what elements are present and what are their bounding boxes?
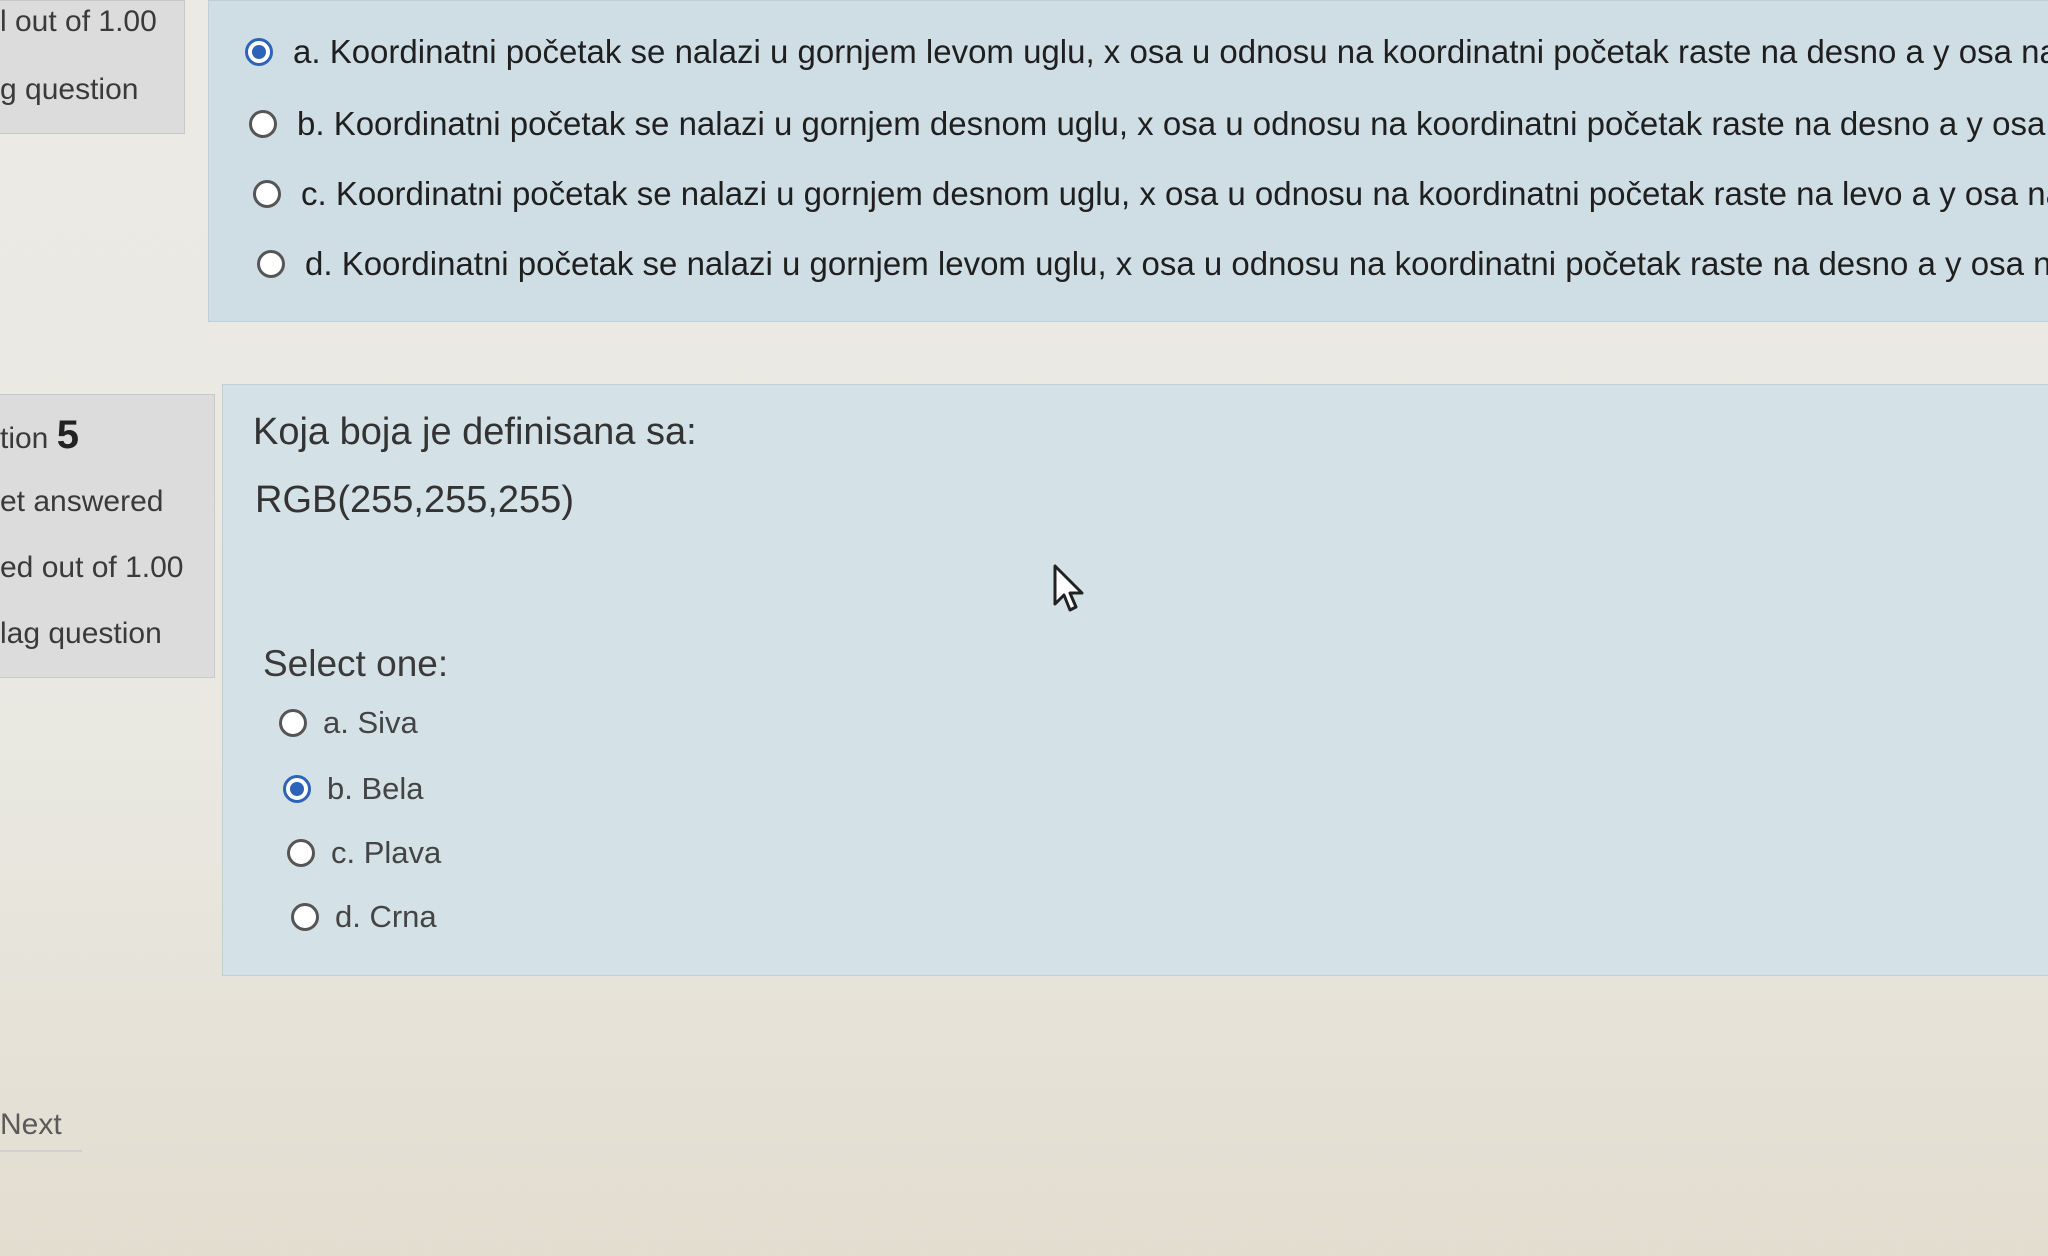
prev-question-marks: l out of 1.00: [0, 5, 157, 38]
prev-option-d[interactable]: d. Koordinatni početak se nalazi u gornj…: [257, 245, 2048, 283]
question-panel: Koja boja je definisana sa: RGB(255,255,…: [222, 384, 2048, 976]
radio-unselected-icon[interactable]: [291, 903, 319, 931]
radio-selected-icon[interactable]: [283, 775, 311, 803]
option-b-label: b. Bela: [327, 771, 424, 806]
prev-option-a[interactable]: a. Koordinatni početak se nalazi u gornj…: [245, 33, 2048, 71]
prev-option-d-label: d. Koordinatni početak se nalazi u gornj…: [305, 245, 2048, 282]
mouse-pointer-icon: [1053, 564, 1084, 612]
question-info: tion 5 et answered ed out of 1.00 lag qu…: [0, 394, 215, 678]
next-button[interactable]: Next: [0, 1108, 82, 1152]
radio-unselected-icon[interactable]: [249, 110, 277, 138]
prev-question-info: l out of 1.00 g question: [0, 0, 185, 134]
option-d-label: d. Crna: [335, 899, 437, 934]
question-status: et answered: [0, 485, 164, 518]
option-c[interactable]: c. Plava: [287, 835, 441, 871]
question-number-value: 5: [56, 413, 79, 457]
question-prefix: tion: [0, 422, 49, 455]
option-c-label: c. Plava: [331, 835, 442, 870]
question-number: tion 5: [0, 413, 79, 458]
radio-unselected-icon[interactable]: [257, 250, 285, 278]
radio-unselected-icon[interactable]: [253, 180, 281, 208]
prev-option-a-label: a. Koordinatni početak se nalazi u gornj…: [293, 33, 2048, 70]
prev-option-c[interactable]: c. Koordinatni početak se nalazi u gornj…: [253, 175, 2048, 213]
question-rgb-value: RGB(255,255,255): [255, 479, 574, 521]
select-one-label: Select one:: [263, 643, 449, 684]
question-text: Koja boja je definisana sa:: [253, 411, 697, 453]
prev-flag-question-link[interactable]: g question: [0, 73, 138, 107]
prev-option-b-label: b. Koordinatni početak se nalazi u gornj…: [297, 105, 2048, 142]
option-a[interactable]: a. Siva: [279, 705, 418, 741]
option-d[interactable]: d. Crna: [291, 899, 437, 935]
option-b[interactable]: b. Bela: [283, 771, 424, 807]
prev-question-panel: a. Koordinatni početak se nalazi u gornj…: [208, 0, 2048, 322]
flag-question-link[interactable]: lag question: [0, 617, 162, 651]
prev-option-c-label: c. Koordinatni početak se nalazi u gornj…: [301, 175, 2048, 212]
radio-unselected-icon[interactable]: [287, 839, 315, 867]
radio-selected-icon[interactable]: [245, 38, 273, 66]
option-a-label: a. Siva: [323, 705, 418, 740]
question-marks: ed out of 1.00: [0, 551, 184, 584]
radio-unselected-icon[interactable]: [279, 709, 307, 737]
prev-option-b[interactable]: b. Koordinatni početak se nalazi u gornj…: [249, 105, 2048, 143]
